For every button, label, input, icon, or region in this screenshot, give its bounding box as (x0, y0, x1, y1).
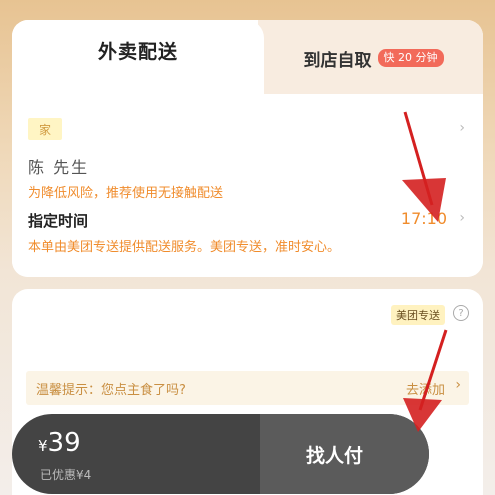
help-icon[interactable]: ? (453, 305, 469, 321)
checkout-bar: ¥39 已优惠¥4 找人付 (12, 414, 429, 494)
address-section[interactable]: 家 › 陈 先生 为降低风险，推荐使用无接触配送 指定时间 17:10 › 本单… (12, 94, 483, 277)
tab-pickup[interactable]: 到店自取 快 20 分钟 (264, 32, 483, 84)
scheduled-time-label: 指定时间 (28, 212, 89, 230)
address-tag: 家 (28, 118, 62, 140)
pickup-speed-badge: 快 20 分钟 (377, 49, 444, 67)
scheduled-time-value[interactable]: 17:10 (401, 209, 447, 228)
price-amount: 39 (47, 428, 81, 458)
tab-pickup-label: 到店自取 (303, 50, 372, 71)
delivery-card: 外卖配送 到店自取 快 20 分钟 家 › 陈 先生 为降低风险，推荐使用无接触… (12, 20, 483, 277)
contact-name: 陈 先生 (28, 158, 90, 177)
add-staple-link[interactable]: 去添加 (406, 379, 445, 398)
delivery-service-note: 本单由美团专送提供配送服务。美团专送，准时安心。 (28, 240, 341, 255)
total-price: ¥39 (38, 428, 81, 458)
contactless-hint: 为降低风险，推荐使用无接触配送 (28, 186, 224, 201)
delivery-provider-tag: 美团专送 (391, 305, 445, 325)
chevron-right-icon[interactable]: › (459, 210, 465, 226)
tip-text: 温馨提示：您点主食了吗? (36, 383, 186, 398)
tab-delivery[interactable]: 外卖配送 (12, 20, 264, 80)
chevron-right-icon: › (455, 377, 461, 393)
chevron-right-icon[interactable]: › (459, 120, 465, 136)
ask-someone-pay-button[interactable]: 找人付 (260, 414, 429, 494)
discount-text: 已优惠¥4 (40, 468, 92, 482)
staple-food-tip[interactable]: 温馨提示：您点主食了吗? 去添加 › (26, 371, 469, 405)
currency-symbol: ¥ (38, 437, 48, 455)
